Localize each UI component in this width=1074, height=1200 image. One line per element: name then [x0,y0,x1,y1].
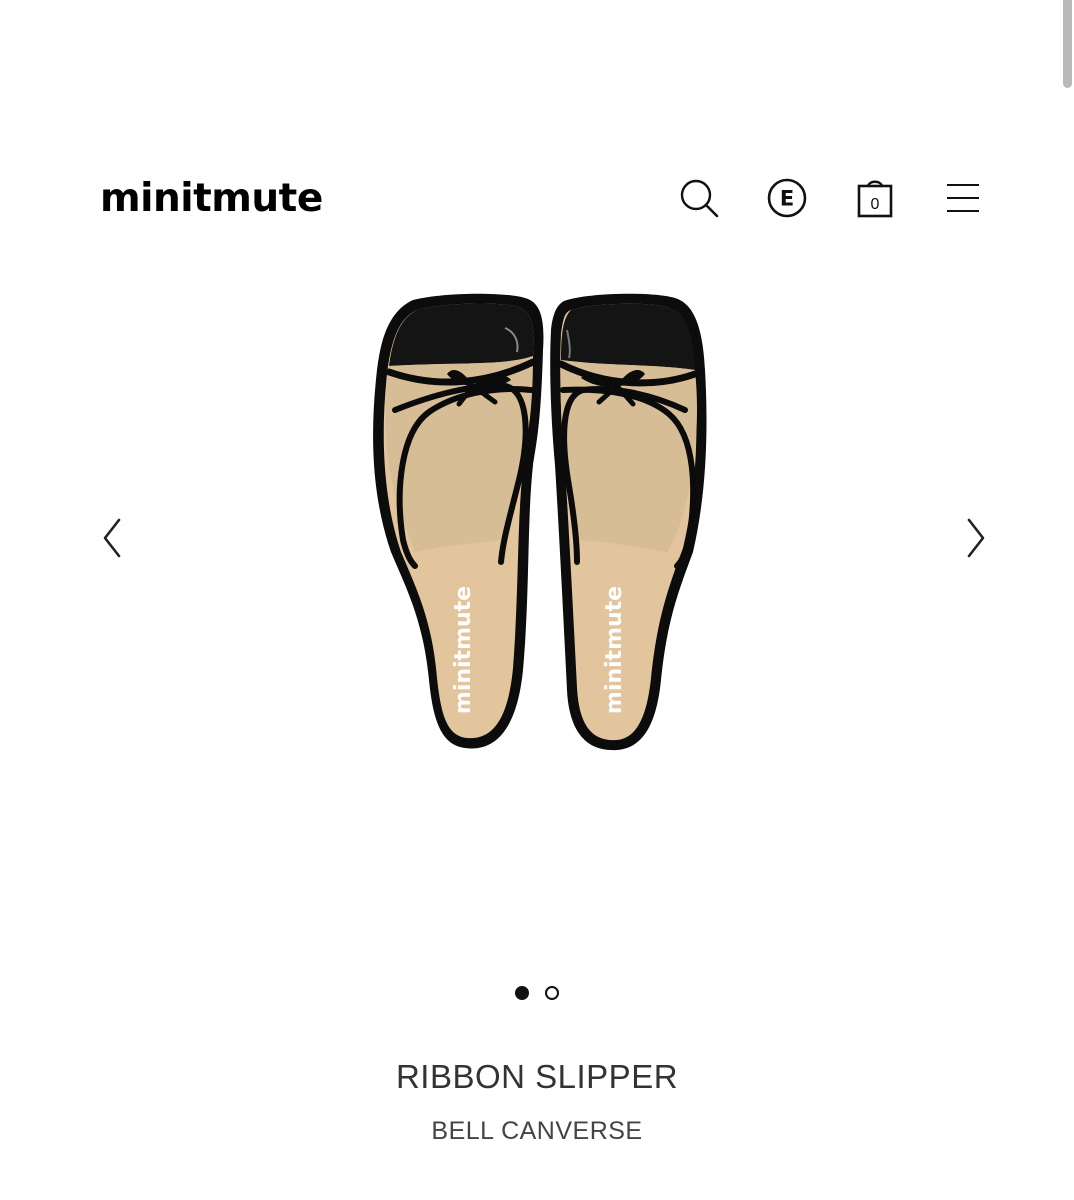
menu-button[interactable] [940,175,986,221]
gallery-next-button[interactable] [958,510,994,566]
cart-button[interactable]: 0 [852,175,898,221]
product-image[interactable]: minitmute minitmute [355,290,725,760]
product-name: RIBBON SLIPPER [395,1058,679,1095]
chevron-right-icon [967,518,985,558]
language-e-icon: E [767,178,807,218]
gallery-prev-button[interactable] [94,510,130,566]
gallery-pagination [0,986,1074,1000]
page: minitmute E 0 minitmute minitmute RIBBON… [0,0,1074,1200]
header-icons: E 0 [676,175,986,221]
chevron-left-icon [103,518,121,558]
site-header: minitmute E 0 [100,168,986,228]
scrollbar[interactable] [1063,0,1072,88]
pagination-dot-2[interactable] [545,986,559,1000]
search-button[interactable] [676,175,722,221]
left-insole-brand: minitmute [451,586,476,714]
left-slipper: minitmute [373,293,544,749]
search-icon [680,179,719,218]
product-gallery: minitmute minitmute [0,270,1074,830]
right-slipper: minitmute [550,293,707,751]
product-brand[interactable]: BELL CANVERSE [0,1117,1074,1146]
right-insole-brand: minitmute [602,586,627,714]
language-button[interactable]: E [764,175,810,221]
hamburger-menu-icon [947,184,979,212]
shopping-bag-icon: 0 [857,180,893,218]
brand-logo[interactable]: minitmute [100,176,323,221]
language-badge-text: E [780,187,794,211]
cart-count: 0 [871,196,880,213]
pagination-dot-1[interactable] [515,986,529,1000]
